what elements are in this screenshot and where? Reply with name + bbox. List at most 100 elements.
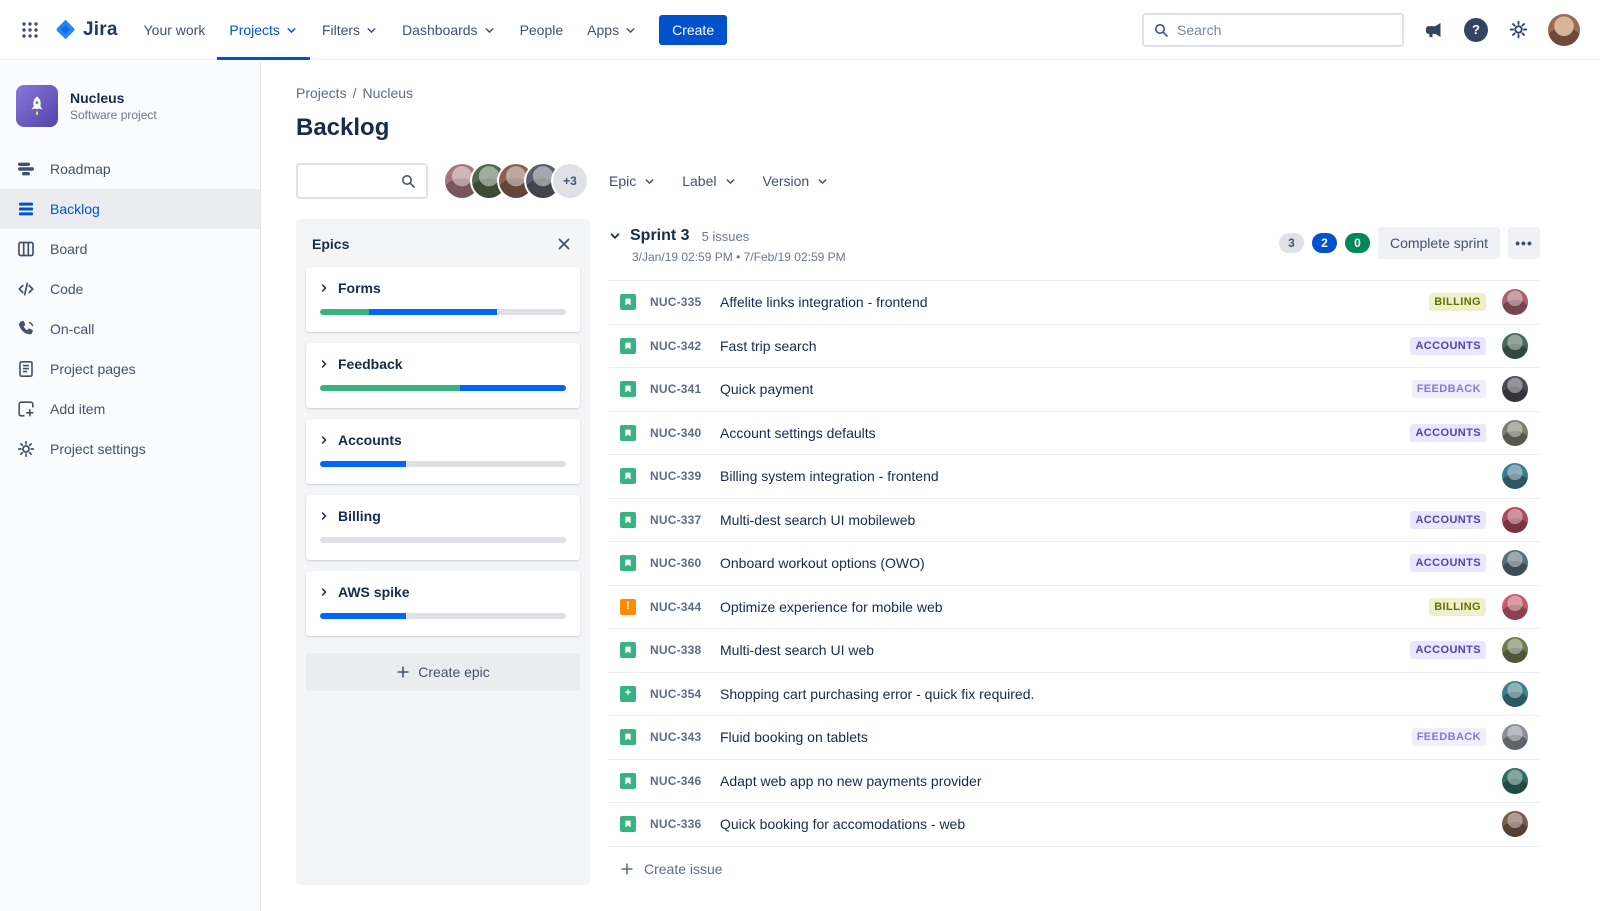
issue-row[interactable]: NUC-340 Account settings defaults ACCOUN…: [608, 412, 1540, 456]
global-search[interactable]: [1142, 13, 1404, 47]
epic-label-badge[interactable]: BILLING: [1429, 598, 1486, 616]
project-sidebar: Nucleus Software project Roadmap Backlog…: [0, 61, 261, 911]
sidebar-item-project-settings[interactable]: Project settings: [0, 429, 260, 469]
issue-row[interactable]: NUC-341 Quick payment FEEDBACK: [608, 368, 1540, 412]
issue-row[interactable]: NUC-360 Onboard workout options (OWO) AC…: [608, 542, 1540, 586]
chevron-down-icon: [483, 24, 496, 37]
epic-card-billing[interactable]: Billing: [306, 495, 580, 560]
app-switcher-icon[interactable]: [14, 14, 46, 46]
issue-row[interactable]: NUC-342 Fast trip search ACCOUNTS: [608, 325, 1540, 369]
create-button[interactable]: Create: [659, 15, 727, 45]
assignee-avatar[interactable]: [1502, 333, 1528, 359]
issue-row[interactable]: ! NUC-344 Optimize experience for mobile…: [608, 586, 1540, 630]
epic-label-badge[interactable]: FEEDBACK: [1412, 728, 1486, 746]
nav-people-label: People: [520, 22, 564, 38]
issue-title: Optimize experience for mobile web: [720, 599, 943, 615]
label-filter-dropdown[interactable]: Label: [678, 167, 740, 195]
epic-card-feedback[interactable]: Feedback: [306, 343, 580, 408]
complete-sprint-button[interactable]: Complete sprint: [1378, 227, 1500, 259]
assignee-avatar[interactable]: [1502, 724, 1528, 750]
sidebar-item-oncall[interactable]: On-call: [0, 309, 260, 349]
breadcrumb: Projects / Nucleus: [296, 85, 1540, 101]
backlog-search[interactable]: [296, 163, 428, 199]
epic-label-badge[interactable]: ACCOUNTS: [1410, 424, 1486, 442]
breadcrumb-nucleus-link[interactable]: Nucleus: [362, 85, 413, 101]
chevron-right-icon[interactable]: [318, 358, 330, 370]
issue-title: Shopping cart purchasing error - quick f…: [720, 686, 1034, 702]
help-icon[interactable]: ?: [1464, 18, 1488, 42]
nav-apps-label: Apps: [587, 22, 619, 38]
chevron-right-icon[interactable]: [318, 282, 330, 294]
version-filter-dropdown[interactable]: Version: [759, 167, 834, 195]
epic-card-forms[interactable]: Forms: [306, 267, 580, 332]
gear-icon[interactable]: [1504, 16, 1532, 44]
chevron-down-icon: [285, 24, 298, 37]
epic-progress-bar: [320, 461, 566, 467]
epic-label-badge[interactable]: ACCOUNTS: [1410, 511, 1486, 529]
epic-card-aws-spike[interactable]: AWS spike: [306, 571, 580, 636]
create-epic-button[interactable]: Create epic: [306, 653, 580, 691]
nav-projects[interactable]: Projects: [217, 0, 310, 60]
assignee-avatar[interactable]: [1502, 811, 1528, 837]
story-icon: [620, 425, 636, 441]
search-icon: [400, 173, 416, 189]
issue-row[interactable]: NUC-339 Billing system integration - fro…: [608, 455, 1540, 499]
sidebar-item-add-item[interactable]: Add item: [0, 389, 260, 429]
assignee-avatar[interactable]: [1502, 420, 1528, 446]
assignee-avatar[interactable]: [1502, 507, 1528, 533]
assignee-avatar[interactable]: [1502, 550, 1528, 576]
nav-your-work[interactable]: Your work: [132, 0, 218, 60]
nav-people[interactable]: People: [508, 0, 576, 60]
create-issue-button[interactable]: Create issue: [608, 847, 1540, 891]
issue-row[interactable]: + NUC-354 Shopping cart purchasing error…: [608, 673, 1540, 717]
sprint-more-actions-button[interactable]: •••: [1508, 227, 1540, 259]
chevron-right-icon[interactable]: [318, 586, 330, 598]
issue-key: NUC-341: [650, 382, 712, 396]
sidebar-item-roadmap[interactable]: Roadmap: [0, 149, 260, 189]
assignee-avatar[interactable]: [1502, 594, 1528, 620]
sidebar-item-code[interactable]: Code: [0, 269, 260, 309]
assignee-avatar[interactable]: [1502, 463, 1528, 489]
chevron-right-icon[interactable]: [318, 434, 330, 446]
epic-label-badge[interactable]: ACCOUNTS: [1410, 554, 1486, 572]
issue-row[interactable]: NUC-336 Quick booking for accomodations …: [608, 803, 1540, 847]
global-search-input[interactable]: [1177, 22, 1393, 38]
sidebar-item-project-pages[interactable]: Project pages: [0, 349, 260, 389]
nav-filters[interactable]: Filters: [310, 0, 390, 60]
announcement-icon[interactable]: [1420, 16, 1448, 44]
sidebar-item-label: On-call: [50, 321, 94, 337]
issue-row[interactable]: NUC-337 Multi-dest search UI mobileweb A…: [608, 499, 1540, 543]
sidebar-item-board[interactable]: Board: [0, 229, 260, 269]
assignee-avatar[interactable]: [1502, 681, 1528, 707]
issue-row[interactable]: NUC-346 Adapt web app no new payments pr…: [608, 760, 1540, 804]
epic-label-badge[interactable]: BILLING: [1429, 293, 1486, 311]
assignee-avatar[interactable]: [1502, 637, 1528, 663]
epic-progress-bar: [320, 537, 566, 543]
user-avatar[interactable]: [1548, 14, 1580, 46]
epic-label-badge[interactable]: FEEDBACK: [1412, 380, 1486, 398]
nav-apps[interactable]: Apps: [575, 0, 649, 60]
issue-row[interactable]: NUC-338 Multi-dest search UI web ACCOUNT…: [608, 629, 1540, 673]
code-icon: [16, 279, 36, 299]
avatar-overflow-count[interactable]: +3: [553, 164, 587, 198]
breadcrumb-projects-link[interactable]: Projects: [296, 85, 347, 101]
nav-dashboards[interactable]: Dashboards: [390, 0, 508, 60]
issue-row[interactable]: NUC-343 Fluid booking on tablets FEEDBAC…: [608, 716, 1540, 760]
jira-logo-text: Jira: [83, 19, 118, 41]
epic-filter-dropdown[interactable]: Epic: [605, 167, 660, 195]
assignee-avatar[interactable]: [1502, 376, 1528, 402]
assignee-avatar[interactable]: [1502, 768, 1528, 794]
sprint-collapse-toggle[interactable]: Sprint 3 5 issues: [608, 227, 846, 245]
epic-card-accounts[interactable]: Accounts: [306, 419, 580, 484]
issue-row[interactable]: NUC-335 Affelite links integration - fro…: [608, 281, 1540, 325]
epic-label-badge[interactable]: ACCOUNTS: [1410, 641, 1486, 659]
close-icon[interactable]: [554, 234, 574, 254]
jira-logo[interactable]: Jira: [46, 18, 132, 41]
sidebar-item-backlog[interactable]: Backlog: [0, 189, 260, 229]
backlog-search-input[interactable]: [308, 173, 394, 189]
epic-label-badge[interactable]: ACCOUNTS: [1410, 337, 1486, 355]
chevron-right-icon[interactable]: [318, 510, 330, 522]
warning-issue-type-icon: !: [620, 599, 636, 615]
assignee-avatar[interactable]: [1502, 289, 1528, 315]
backlog-page: Projects / Nucleus Backlog +3 Epic Label: [262, 61, 1600, 911]
